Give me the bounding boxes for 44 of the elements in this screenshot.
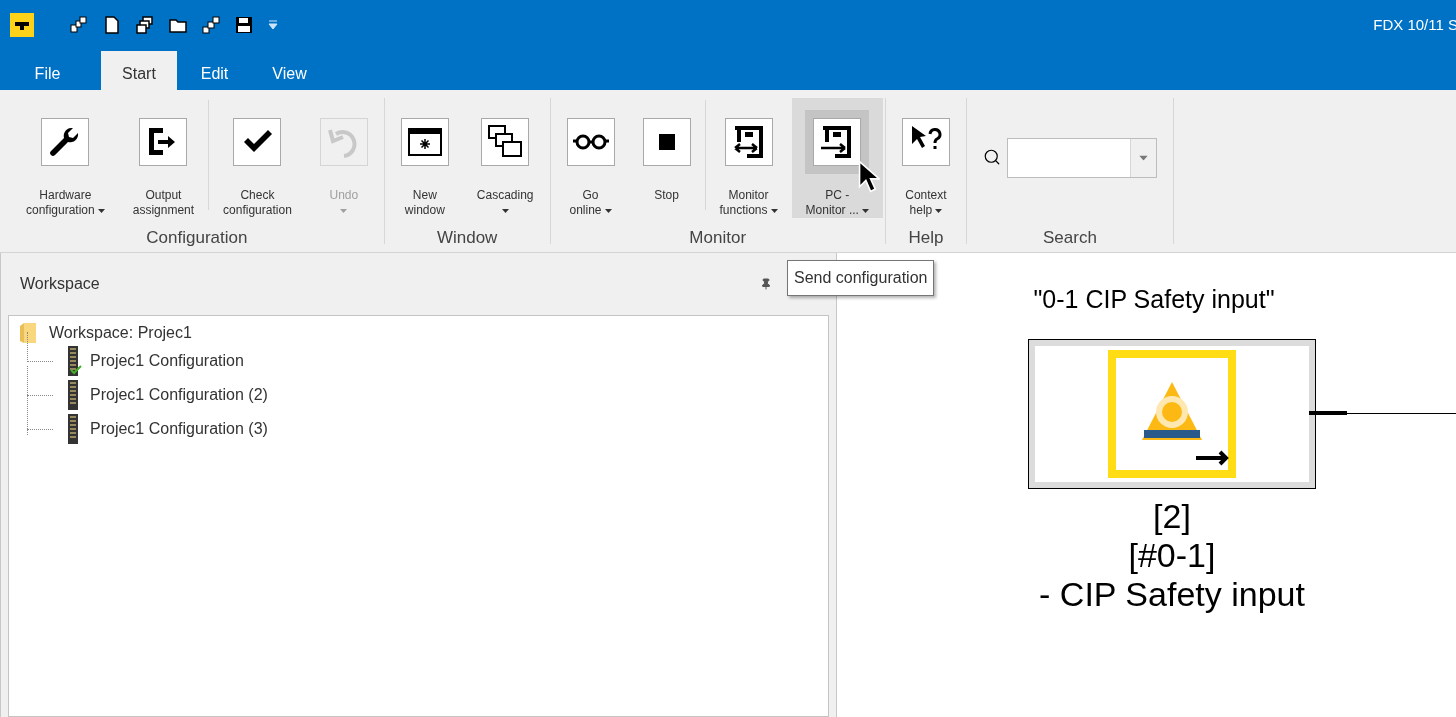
dropdown-caret-icon xyxy=(1139,155,1148,161)
module-label: [#0-1] xyxy=(1128,536,1216,575)
module-label: - CIP Safety input xyxy=(1039,575,1305,614)
folder-icon xyxy=(19,322,37,344)
mouse-cursor-icon xyxy=(858,160,880,193)
ribbon-tab[interactable]: File xyxy=(0,51,95,90)
module-block[interactable] xyxy=(1028,339,1316,489)
ribbon-button[interactable]: Output assignment xyxy=(118,98,209,218)
app-logo-icon xyxy=(10,13,34,37)
customize-dropdown-icon[interactable] xyxy=(268,20,278,30)
ribbon-button[interactable]: PC - Monitor ... xyxy=(791,98,883,218)
pin-icon[interactable] xyxy=(760,278,772,290)
blank-page-icon[interactable] xyxy=(103,16,121,34)
panel-title: Workspace xyxy=(20,274,100,294)
ribbon-button[interactable]: Context help xyxy=(887,98,964,218)
folder-icon[interactable] xyxy=(169,16,187,34)
tooltip: Send configuration xyxy=(787,260,935,296)
group-label: Monitor xyxy=(689,227,747,249)
ribbon-tab[interactable]: Start xyxy=(101,51,177,90)
network-icon[interactable] xyxy=(202,16,220,34)
ribbon-button[interactable]: Monitor functions xyxy=(705,98,792,218)
ribbon-button[interactable]: New window xyxy=(386,98,463,218)
stacked-windows-icon[interactable] xyxy=(136,16,154,34)
group-label: Configuration xyxy=(146,227,248,249)
group-label: Help xyxy=(908,227,944,249)
search-field[interactable] xyxy=(1006,138,1157,178)
ribbon-tab[interactable]: View xyxy=(252,51,327,90)
tree-item[interactable]: Projec1 Configuration (2) xyxy=(90,383,268,407)
module-label: [2] xyxy=(1153,497,1191,536)
ribbon-tab[interactable]: Edit xyxy=(177,51,252,90)
ribbon-button[interactable]: Cascading xyxy=(462,98,548,218)
tree-item[interactable]: Workspace: Projec1 xyxy=(49,321,192,345)
ribbon-button[interactable]: Check configuration xyxy=(209,98,306,218)
ribbon-button[interactable]: Stop xyxy=(628,98,705,218)
ribbon-button[interactable]: Go online xyxy=(552,98,629,218)
group-label: Search xyxy=(1042,227,1097,249)
safety-module-icon xyxy=(1108,350,1236,478)
module-title: "0-1 CIP Safety input" xyxy=(1033,284,1275,315)
devices-icon[interactable] xyxy=(70,16,88,34)
ribbon-button[interactable]: Hardware configuration xyxy=(12,98,119,218)
search-icon xyxy=(982,148,1001,166)
tree-item[interactable]: Projec1 Configuration xyxy=(90,349,244,373)
tree-item[interactable]: Projec1 Configuration (3) xyxy=(90,417,268,441)
group-label: Window xyxy=(436,227,498,249)
